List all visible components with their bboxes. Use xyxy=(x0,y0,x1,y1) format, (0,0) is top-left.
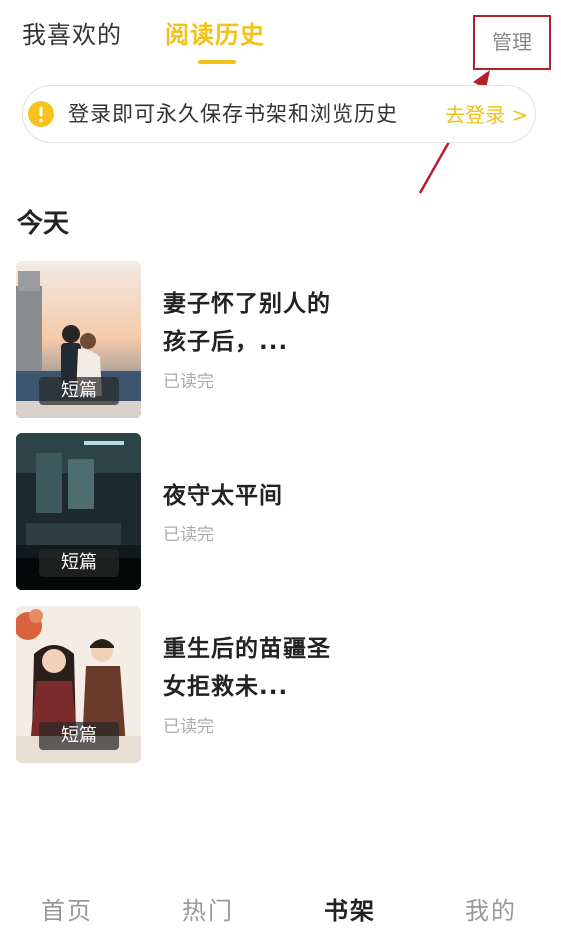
book-item[interactable]: 短篇 重生后的苗疆圣女拒救未... 已读完 xyxy=(16,606,536,763)
book-status: 已读完 xyxy=(163,372,214,392)
manage-label: 管理 xyxy=(492,30,532,54)
login-banner-text: 登录即可永久保存书架和浏览历史 xyxy=(68,102,398,126)
book-tag: 短篇 xyxy=(39,722,119,750)
section-title-today: 今天 xyxy=(17,209,70,239)
top-tabs: 我喜欢的 阅读历史 管理 xyxy=(0,0,561,80)
nav-home[interactable]: 首页 xyxy=(41,894,93,928)
book-item[interactable]: 短篇 夜守太平间 已读完 xyxy=(16,433,536,590)
tab-reading-history[interactable]: 阅读历史 xyxy=(165,18,265,52)
login-link[interactable]: 去登录 > xyxy=(445,100,528,130)
login-banner[interactable]: 登录即可永久保存书架和浏览历史 去登录 > xyxy=(22,85,536,143)
tab-favorites[interactable]: 我喜欢的 xyxy=(22,18,122,52)
bottom-nav: 首页 热门 书架 我的 xyxy=(0,880,561,940)
book-item[interactable]: 短篇 妻子怀了别人的孩子后，... 已读完 xyxy=(16,261,536,418)
book-title[interactable]: 夜守太平间 xyxy=(163,477,353,515)
book-cover[interactable]: 短篇 xyxy=(16,261,141,418)
nav-hot[interactable]: 热门 xyxy=(182,894,234,928)
manage-button[interactable]: 管理 xyxy=(473,15,551,70)
book-status: 已读完 xyxy=(163,525,214,545)
book-tag: 短篇 xyxy=(39,549,119,577)
book-status: 已读完 xyxy=(163,717,214,737)
book-title[interactable]: 重生后的苗疆圣女拒救未... xyxy=(163,630,353,706)
warning-icon xyxy=(28,101,54,127)
book-cover[interactable]: 短篇 xyxy=(16,606,141,763)
book-title[interactable]: 妻子怀了别人的孩子后，... xyxy=(163,285,353,361)
book-cover[interactable]: 短篇 xyxy=(16,433,141,590)
nav-bookshelf[interactable]: 书架 xyxy=(324,894,376,928)
active-tab-indicator xyxy=(198,60,236,64)
book-tag: 短篇 xyxy=(39,377,119,405)
nav-mine[interactable]: 我的 xyxy=(465,894,517,928)
